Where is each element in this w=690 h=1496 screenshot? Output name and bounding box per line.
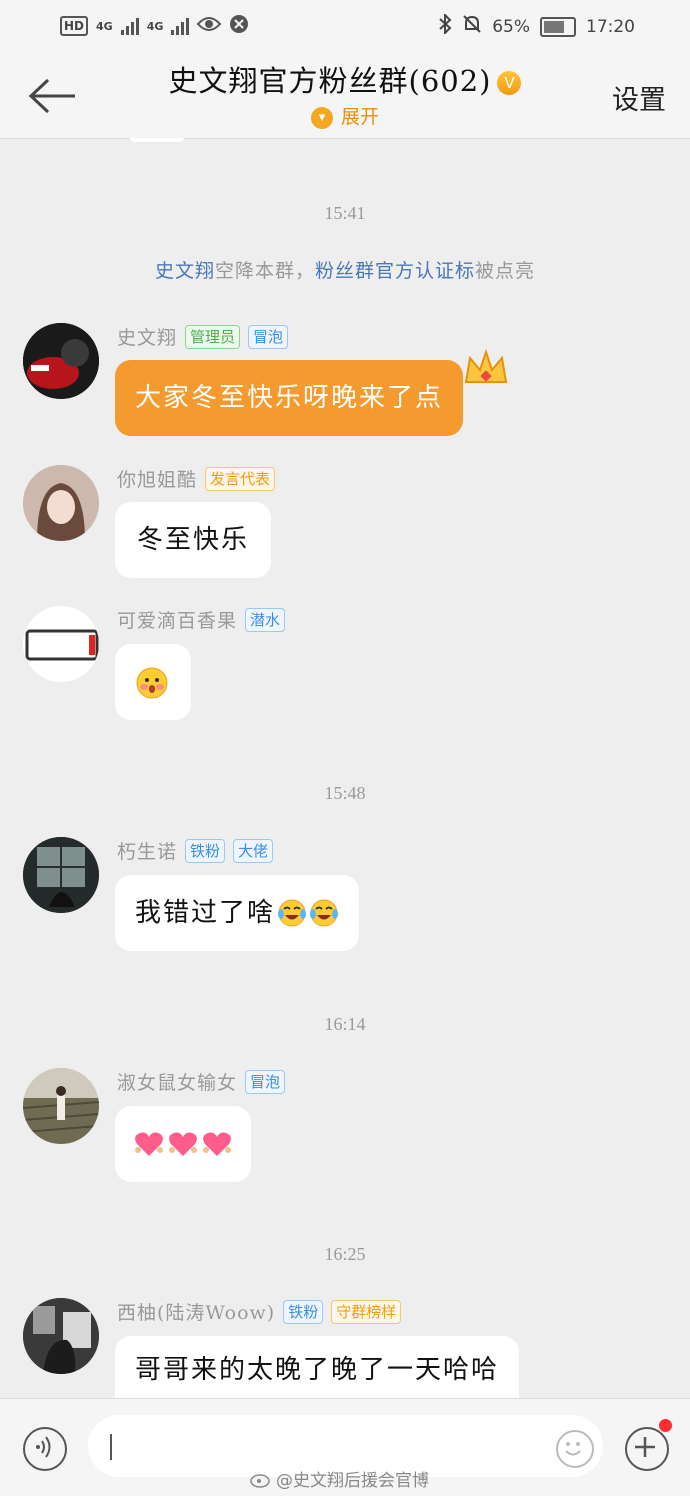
avatar[interactable] — [23, 465, 99, 541]
group-title: 史文翔官方粉丝群(602) — [168, 64, 492, 98]
title-area[interactable]: 史文翔官方粉丝群(602) V — [0, 58, 690, 100]
timestamp: 15:48 — [324, 783, 366, 803]
system-text-end: 被点亮 — [475, 260, 536, 282]
eye-icon — [197, 16, 222, 36]
voice-icon — [36, 1436, 51, 1458]
v-badge-icon: V — [497, 71, 522, 95]
system-text: 空降本群， — [214, 260, 315, 282]
settings-button[interactable]: 设置 — [612, 78, 666, 117]
nickname[interactable]: 朽生诺 — [117, 837, 177, 864]
level-tag: 冒泡 — [248, 324, 289, 349]
status-right: 65% 17:20 — [438, 12, 635, 39]
weibo-icon — [250, 1473, 270, 1488]
message-header: 朽生诺 铁粉 大佬 — [117, 837, 274, 864]
emoji-button[interactable] — [556, 1430, 594, 1468]
message-bubble[interactable] — [115, 1106, 251, 1182]
system-message: 史文翔空降本群，粉丝群官方认证标被点亮 — [0, 256, 690, 283]
avatar[interactable] — [23, 323, 99, 399]
signal-icon — [120, 17, 139, 35]
status-bar: HD 4G 4G 65% 17:20 — [0, 0, 690, 56]
heart-emoji — [169, 1132, 197, 1156]
role-tag: 管理员 — [185, 324, 241, 349]
shy-face-emoji — [136, 667, 168, 699]
voice-button[interactable] — [23, 1427, 67, 1471]
avatar[interactable] — [23, 606, 99, 682]
watermark-text: @史文翔后援会官博 — [276, 1471, 429, 1491]
fan-tag: 铁粉 — [185, 838, 226, 863]
avatar[interactable] — [23, 837, 99, 913]
more-button[interactable] — [625, 1427, 669, 1471]
crying-laughing-emoji — [310, 899, 339, 927]
chevron-down-icon: ▾ — [310, 107, 333, 129]
expand-toggle[interactable]: ▾ 展开 — [0, 102, 690, 129]
role-tag: 守群榜样 — [331, 1299, 402, 1324]
watermark: @史文翔后援会官博 — [250, 1466, 429, 1491]
message-header: 西柚(陆涛Woow) 铁粉 守群榜样 — [117, 1298, 402, 1325]
clock: 17:20 — [586, 16, 635, 37]
bluetooth-icon — [438, 12, 452, 39]
hd-indicator: HD — [60, 16, 89, 36]
message-header: 淑女鼠女输女 冒泡 — [117, 1068, 286, 1095]
message-bubble[interactable] — [115, 644, 191, 720]
message-text: 我错过了啥 — [135, 898, 276, 928]
network-indicators: HD 4G 4G — [60, 14, 249, 38]
timestamp: 16:25 — [324, 1244, 366, 1264]
message-header: 史文翔 管理员 冒泡 — [117, 323, 289, 350]
message-header: 可爱滴百香果 潜水 — [117, 606, 286, 633]
message-bubble[interactable]: 我错过了啥 — [115, 875, 360, 951]
level-tag: 潜水 — [245, 607, 286, 632]
signal-icon-2 — [171, 17, 190, 35]
network-4g-2: 4G — [146, 19, 164, 33]
message-bubble[interactable]: 冬至快乐 — [115, 502, 272, 578]
crying-laughing-emoji — [278, 899, 307, 927]
network-4g-1: 4G — [96, 19, 113, 33]
plus-icon — [635, 1437, 655, 1457]
role-tag: 发言代表 — [205, 466, 276, 491]
heart-emoji — [203, 1132, 231, 1156]
fan-tag: 铁粉 — [283, 1299, 324, 1324]
chat-header: 史文翔官方粉丝群(602) V ▾ 展开 设置 — [0, 56, 690, 139]
battery-percent: 65% — [492, 16, 530, 37]
system-tag-link[interactable]: 粉丝群官方认证标 — [315, 260, 475, 282]
nickname[interactable]: 史文翔 — [117, 323, 177, 350]
timestamp: 16:14 — [324, 1014, 366, 1034]
avatar[interactable] — [23, 1068, 99, 1144]
text-cursor — [110, 1434, 112, 1460]
partial-bubble — [130, 138, 184, 142]
level-tag: 冒泡 — [245, 1069, 286, 1094]
avatar[interactable] — [23, 1298, 99, 1374]
notification-dot — [659, 1419, 672, 1432]
timestamp: 15:41 — [324, 203, 366, 223]
message-bubble[interactable]: 大家冬至快乐呀晚来了点 — [115, 360, 464, 436]
message-header: 你旭姐酷 发言代表 — [117, 465, 276, 492]
level-tag: 大佬 — [233, 838, 274, 863]
crown-icon — [464, 348, 508, 383]
nickname[interactable]: 你旭姐酷 — [117, 465, 197, 492]
nickname[interactable]: 可爱滴百香果 — [117, 606, 237, 633]
smile-icon — [565, 1442, 581, 1456]
expand-label: 展开 — [340, 106, 379, 128]
battery-icon — [540, 16, 576, 37]
nickname[interactable]: 西柚(陆涛Woow) — [117, 1298, 275, 1325]
heart-emoji — [135, 1132, 163, 1156]
mute-bell-icon — [462, 14, 482, 39]
system-user-link[interactable]: 史文翔 — [155, 260, 215, 282]
vpn-icon — [229, 14, 249, 38]
nickname[interactable]: 淑女鼠女输女 — [117, 1068, 237, 1095]
